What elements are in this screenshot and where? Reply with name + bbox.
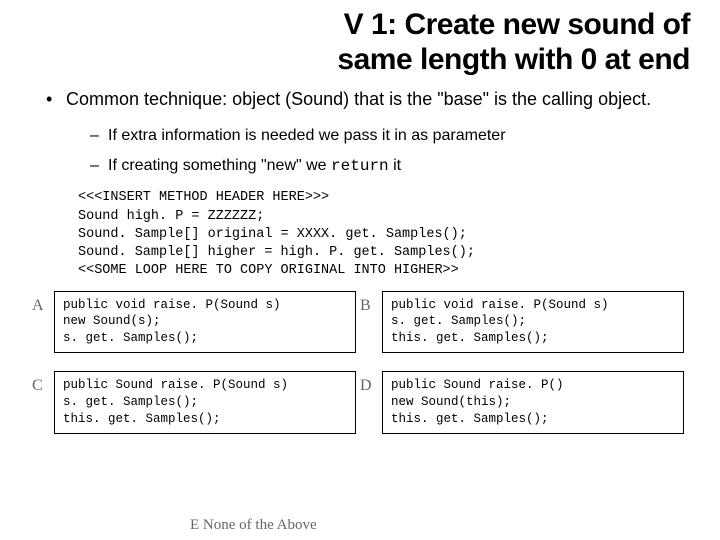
option-a-label: A bbox=[32, 297, 44, 315]
option-d-label: D bbox=[360, 377, 372, 395]
bullet-main: Common technique: object (Sound) that is… bbox=[48, 87, 690, 177]
option-c-wrap: C public Sound raise. P(Sound s) s. get.… bbox=[54, 371, 356, 434]
slide-title: V 1: Create new sound of same length wit… bbox=[30, 8, 690, 77]
sub-bullet-2: If creating something "new" we return it bbox=[90, 155, 690, 178]
title-line-1: V 1: Create new sound of bbox=[344, 8, 690, 41]
sub2-suffix: it bbox=[389, 157, 401, 174]
option-e-footnote: E None of the Above bbox=[190, 517, 317, 534]
title-line-2: same length with 0 at end bbox=[337, 43, 690, 76]
sub2-code: return bbox=[331, 157, 389, 175]
option-a: public void raise. P(Sound s) new Sound(… bbox=[54, 291, 356, 354]
bullet-main-text: Common technique: object (Sound) that is… bbox=[66, 89, 651, 109]
slide: V 1: Create new sound of same length wit… bbox=[0, 0, 720, 540]
sub-bullet-list: If extra information is needed we pass i… bbox=[66, 125, 690, 177]
options-grid: A public void raise. P(Sound s) new Soun… bbox=[54, 291, 684, 434]
option-d: public Sound raise. P() new Sound(this);… bbox=[382, 371, 684, 434]
option-c: public Sound raise. P(Sound s) s. get. S… bbox=[54, 371, 356, 434]
option-b-label: B bbox=[360, 297, 371, 315]
option-a-wrap: A public void raise. P(Sound s) new Soun… bbox=[54, 291, 356, 354]
option-b: public void raise. P(Sound s) s. get. Sa… bbox=[382, 291, 684, 354]
option-d-wrap: D public Sound raise. P() new Sound(this… bbox=[382, 371, 684, 434]
code-template: <<<INSERT METHOD HEADER HERE>>> Sound hi… bbox=[78, 189, 690, 280]
sub2-prefix: If creating something "new" we bbox=[108, 157, 331, 174]
sub-bullet-1: If extra information is needed we pass i… bbox=[90, 125, 690, 147]
option-c-label: C bbox=[32, 377, 43, 395]
bullet-list: Common technique: object (Sound) that is… bbox=[30, 87, 690, 177]
option-b-wrap: B public void raise. P(Sound s) s. get. … bbox=[382, 291, 684, 354]
